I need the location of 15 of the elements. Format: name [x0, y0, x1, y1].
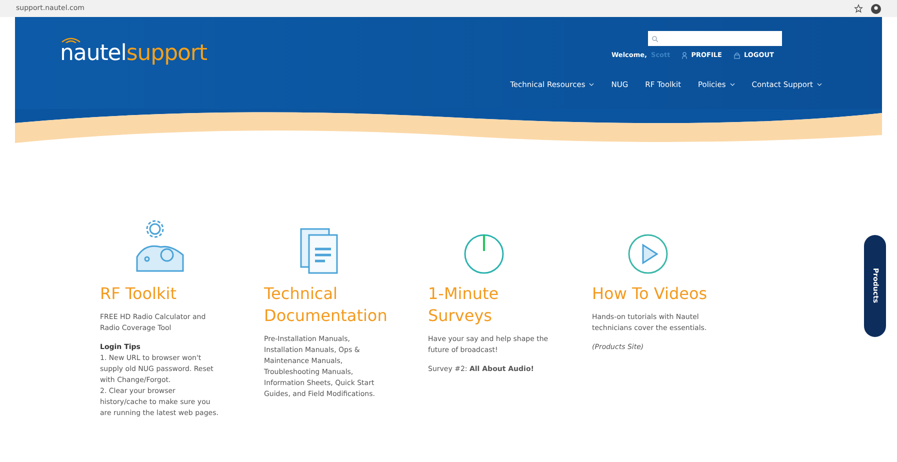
- document-icon: [299, 227, 339, 275]
- search-icon: [652, 36, 658, 42]
- gears-icon: [135, 219, 185, 275]
- timer-icon: [463, 233, 505, 275]
- lock-icon: [734, 52, 740, 60]
- search-field[interactable]: [648, 31, 782, 46]
- signal-arc-icon: [60, 35, 82, 43]
- person-icon: [682, 52, 688, 60]
- chevron-down-icon: [589, 82, 594, 86]
- account-icon[interactable]: [871, 4, 881, 14]
- play-icon: [627, 233, 669, 275]
- chevron-down-icon: [817, 82, 822, 86]
- chevron-down-icon: [730, 82, 735, 86]
- logo-text[interactable]: nautelsupport: [60, 41, 207, 66]
- star-icon[interactable]: [854, 4, 863, 13]
